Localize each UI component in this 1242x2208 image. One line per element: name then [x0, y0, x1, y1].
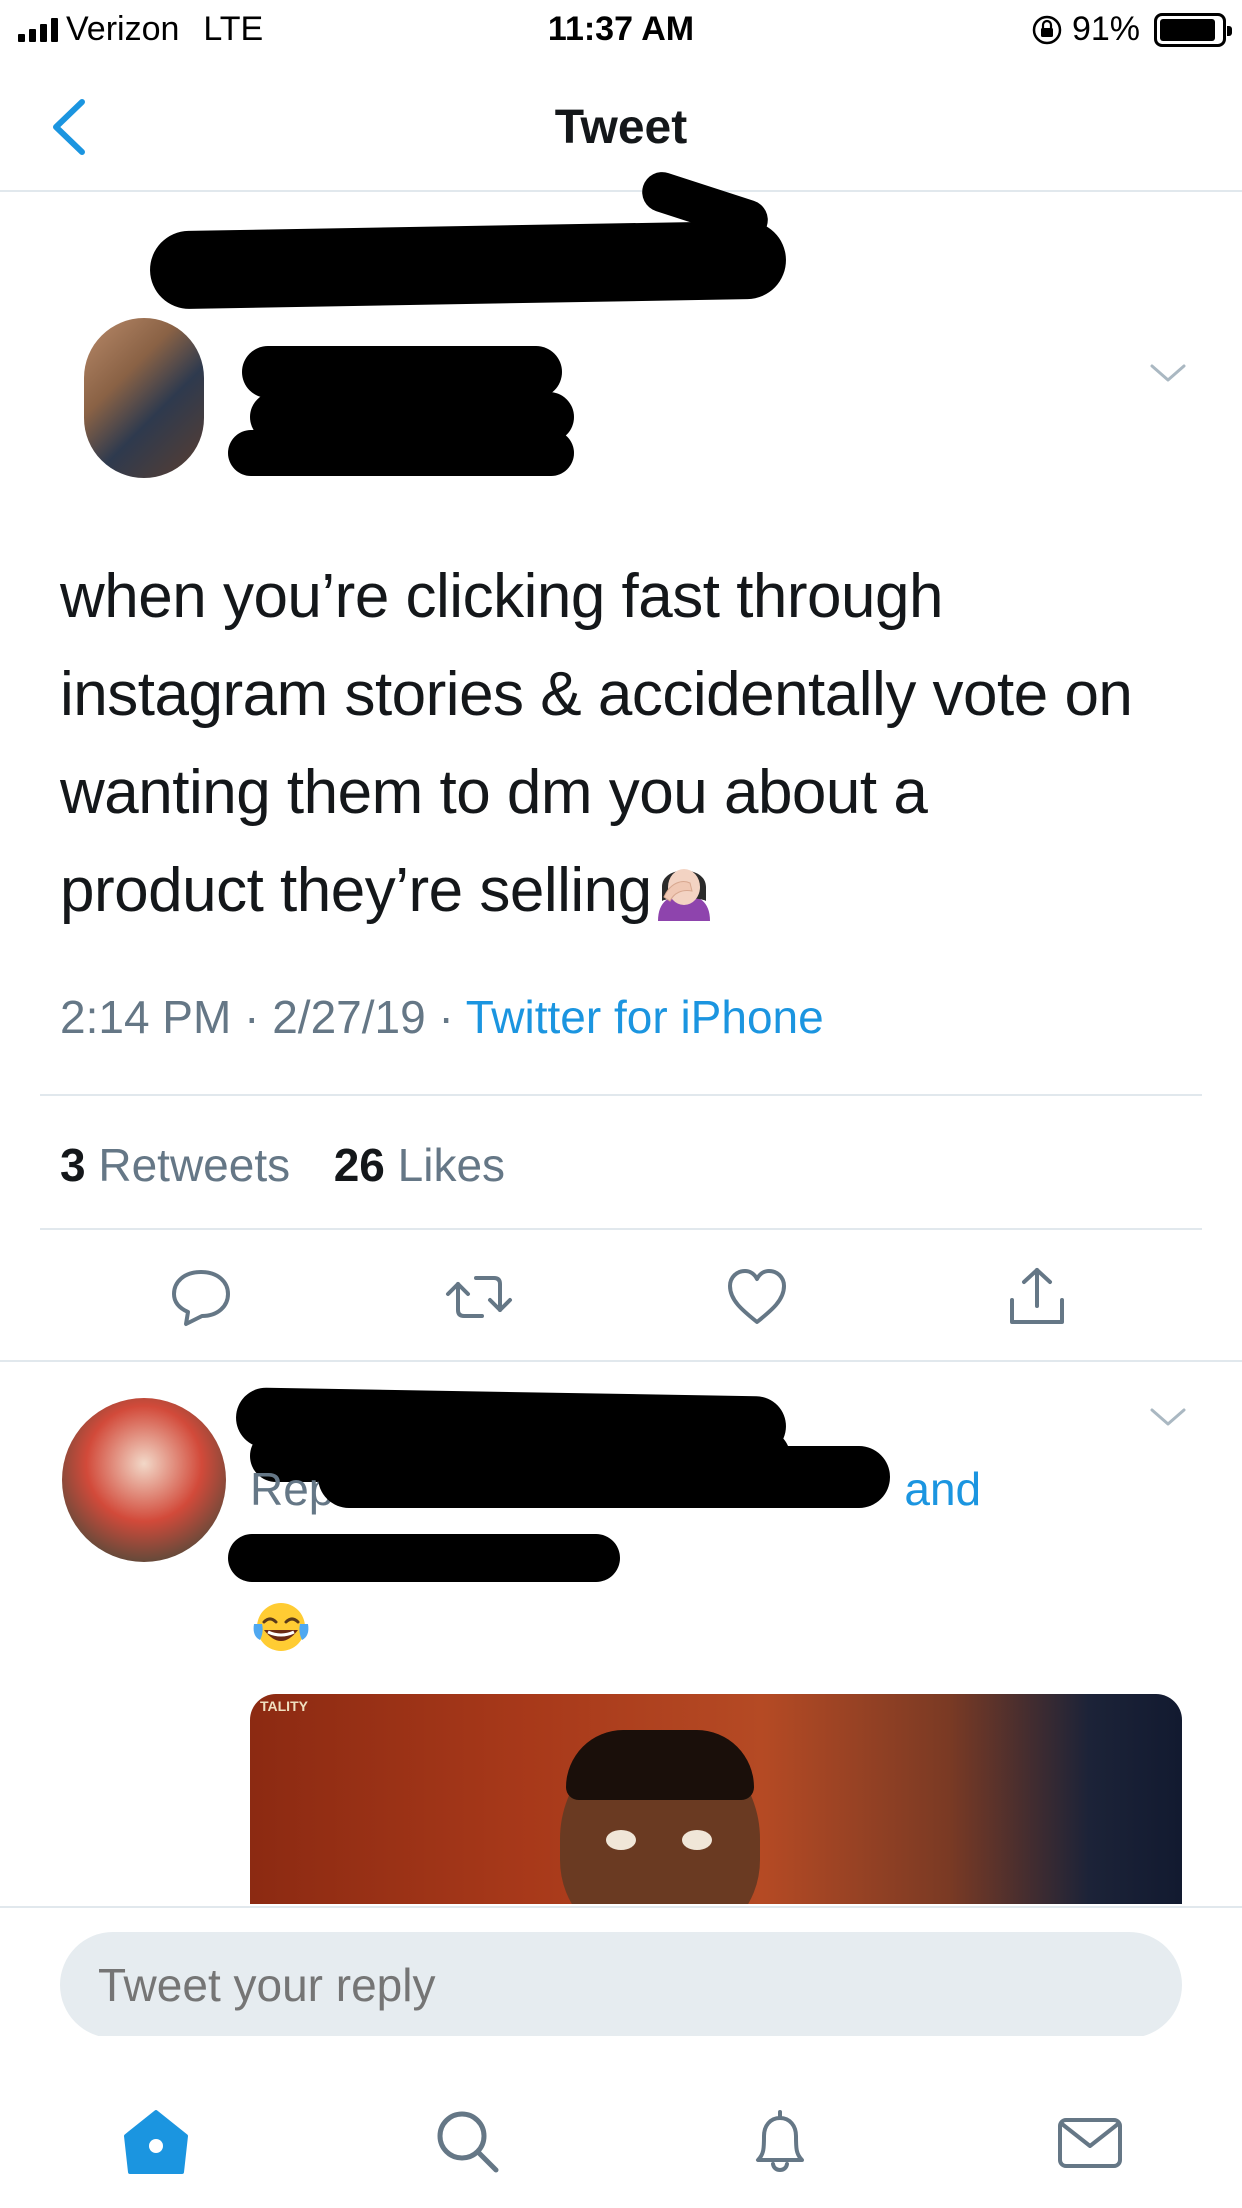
likes-stat[interactable]: 26 Likes	[334, 1139, 505, 1191]
chevron-down-icon[interactable]	[1148, 358, 1188, 388]
likes-label: Likes	[397, 1139, 506, 1191]
media-hair	[566, 1730, 754, 1800]
notifications-icon[interactable]	[744, 2106, 816, 2178]
tweet-meta: 2:14 PM · 2/27/19 · Twitter for iPhone	[60, 990, 824, 1044]
divider	[40, 1228, 1202, 1230]
media-eye	[606, 1830, 636, 1850]
tweet-date: 2/27/19	[272, 991, 426, 1043]
tab-bar	[0, 2036, 1242, 2208]
likes-count: 26	[333, 1139, 385, 1191]
media-eye	[682, 1830, 712, 1850]
status-right: 91%	[1030, 10, 1232, 49]
retweets-stat[interactable]: 3 Retweets	[60, 1139, 290, 1191]
tweet-source-link[interactable]: Twitter for iPhone	[466, 991, 824, 1043]
tweet-time: 2:14 PM	[60, 991, 232, 1043]
media-watermark: TALITY	[260, 1698, 308, 1714]
retweets-count: 3	[60, 1139, 86, 1191]
tweet-line: wanting them to dm you about a	[60, 758, 928, 827]
redacted-author-extra	[228, 430, 574, 476]
author-avatar[interactable]	[84, 318, 204, 478]
page-title: Tweet	[554, 101, 688, 154]
face-with-tears-of-joy-emoji	[253, 1603, 309, 1651]
chevron-down-icon[interactable]	[1148, 1402, 1188, 1432]
home-icon[interactable]	[120, 2106, 192, 2178]
facepalm-woman-emoji	[657, 869, 710, 921]
tweet-stats: 3 Retweets 26 Likes	[60, 1138, 505, 1192]
orientation-lock-icon	[1032, 15, 1062, 44]
replying-link[interactable]: and	[904, 1463, 981, 1515]
redacted-author-name	[242, 346, 562, 398]
share-icon[interactable]	[1002, 1262, 1072, 1332]
meta-separator: ·	[438, 991, 454, 1043]
tweet-line: product they’re selling	[60, 856, 652, 925]
retweets-label: Retweets	[98, 1139, 291, 1191]
retweet-icon[interactable]	[444, 1262, 514, 1332]
reply-author-avatar[interactable]	[62, 1398, 226, 1562]
divider	[0, 1360, 1242, 1362]
tweet-line-last: product they’re selling	[60, 842, 1200, 940]
redacted-context-line	[149, 220, 787, 310]
battery-icon	[1154, 12, 1232, 47]
like-icon[interactable]	[722, 1262, 792, 1332]
meta-separator: ·	[244, 991, 260, 1043]
tweet-line: when you’re clicking fast through	[60, 562, 943, 631]
reply-media-image[interactable]: TALITY	[250, 1694, 1182, 1904]
messages-icon[interactable]	[1054, 2106, 1126, 2178]
reply-icon[interactable]	[166, 1262, 236, 1332]
tweet-text: when you’re clicking fast through instag…	[60, 548, 1200, 940]
divider	[40, 1094, 1202, 1096]
tweet-line: instagram stories & accidentally vote on	[60, 660, 1133, 729]
battery-percent: 91%	[1071, 10, 1140, 48]
redacted-replying-handle	[228, 1534, 620, 1582]
battery-fill	[1160, 18, 1215, 41]
reply-input[interactable]	[60, 1932, 1182, 2038]
compose-bar	[0, 1906, 1242, 2038]
nav-bar: Tweet	[0, 62, 1242, 192]
status-bar: Verizon LTE 11:37 AM 91%	[0, 0, 1242, 62]
search-icon[interactable]	[432, 2106, 504, 2178]
redacted-replying-names	[318, 1446, 890, 1508]
